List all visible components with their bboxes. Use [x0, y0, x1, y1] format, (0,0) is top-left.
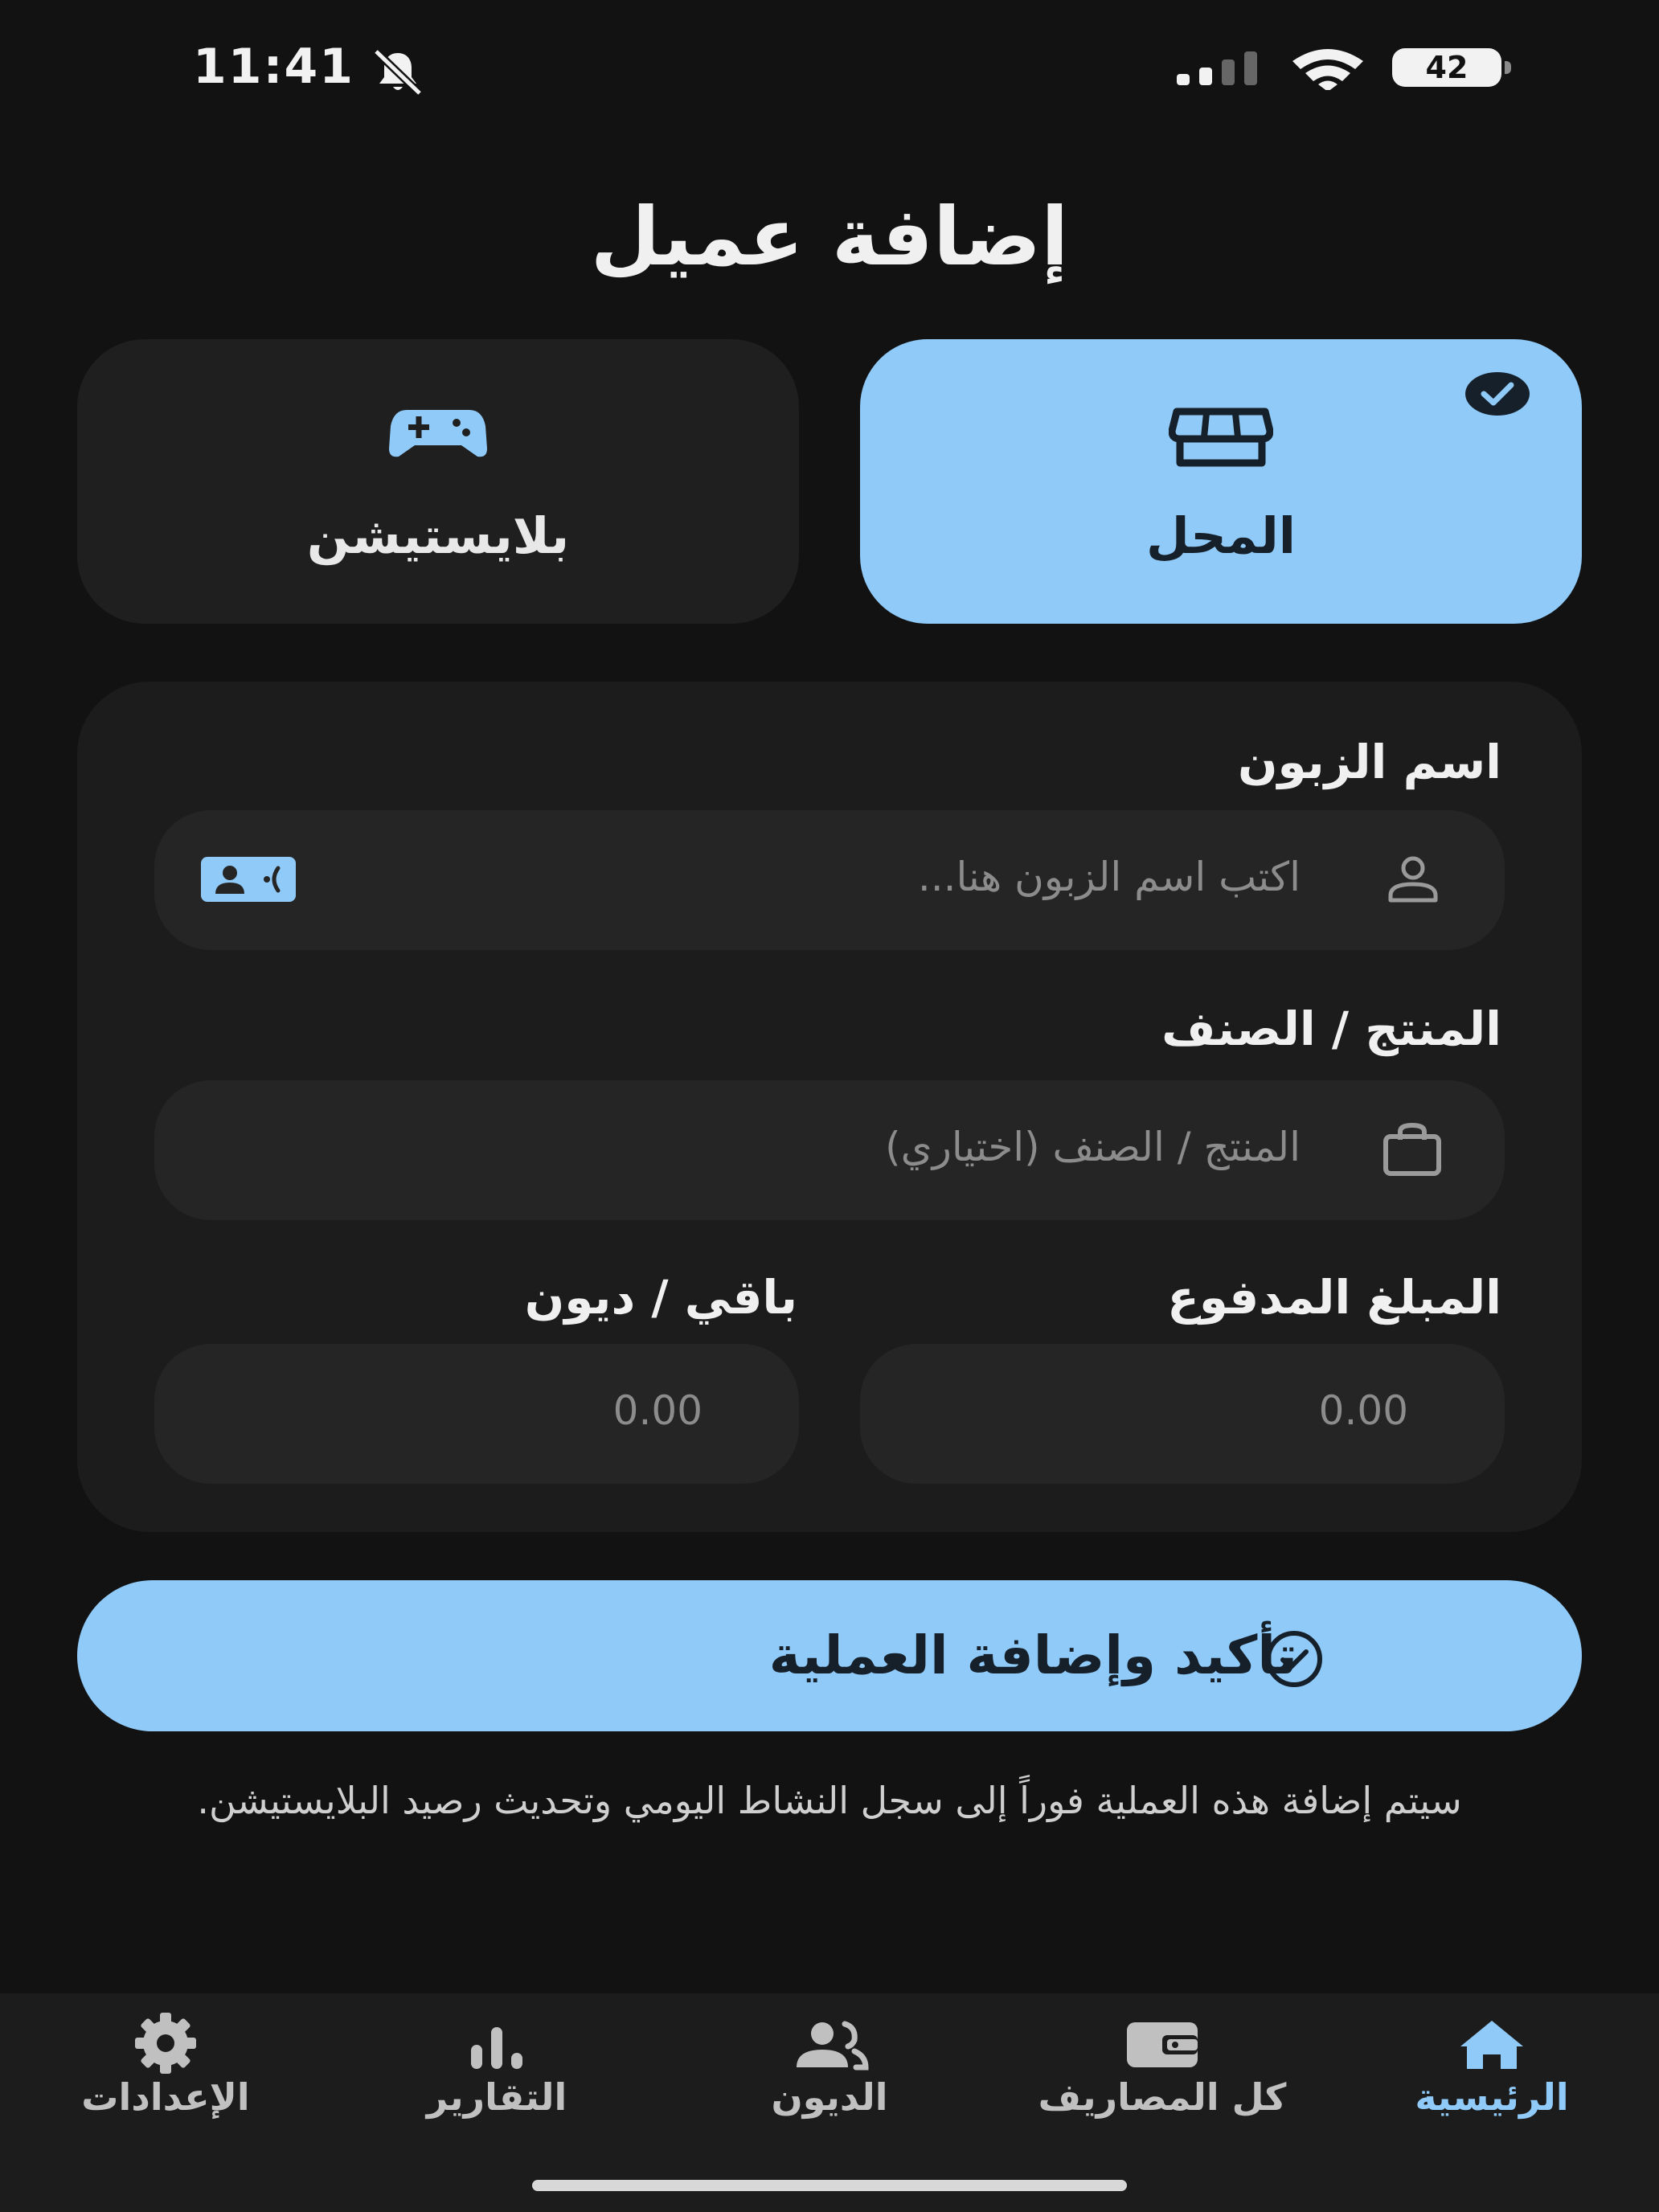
gamepad-icon	[389, 410, 487, 457]
nav-item-home[interactable]: الرئيسية	[1331, 2009, 1653, 2130]
nav-item-expenses[interactable]: كل المصاريف	[1002, 2009, 1323, 2130]
amount-paid-input[interactable]: 0.00	[860, 1344, 1505, 1484]
nav-item-debts[interactable]: الديون	[669, 2009, 990, 2130]
remaining-debt-input[interactable]: 0.00	[154, 1344, 799, 1484]
group-icon	[797, 2021, 869, 2071]
customer-name-placeholder: اكتب اسم الزبون هنا...	[917, 854, 1301, 900]
info-note: سيتم إضافة هذه العملية فوراً إلى سجل الن…	[197, 1779, 1462, 1822]
wallet-icon	[1127, 2022, 1198, 2067]
check-circle-icon	[1266, 1631, 1322, 1687]
nav-item-reports[interactable]: التقارير	[336, 2009, 657, 2130]
bar-chart-icon	[471, 2027, 522, 2069]
page-title: إضافة عميل	[590, 190, 1069, 284]
check-circle-icon	[1465, 372, 1530, 416]
product-input[interactable]: المنتج / الصنف (اختياري)	[154, 1080, 1505, 1220]
amount-paid-placeholder: 0.00	[1318, 1387, 1408, 1434]
nav-item-label: كل المصاريف	[1038, 2075, 1287, 2119]
cellular-signal-icon	[1177, 51, 1257, 85]
amount-paid-label: المبلغ المدفوع	[1167, 1270, 1501, 1325]
customer-name-input[interactable]: اكتب اسم الزبون هنا...	[154, 810, 1505, 950]
product-placeholder: المنتج / الصنف (اختياري)	[885, 1124, 1301, 1170]
customer-name-label: اسم الزبون	[1238, 735, 1501, 789]
remaining-debt-placeholder: 0.00	[612, 1387, 703, 1434]
nav-item-label: الإعدادات	[81, 2075, 250, 2119]
wifi-icon	[1292, 49, 1363, 90]
store-icon	[1169, 408, 1273, 467]
remaining-debt-label: باقي / ديون	[524, 1270, 797, 1325]
confirm-button-label: تأكيد وإضافة العملية	[768, 1624, 1297, 1686]
battery-indicator: 42	[1392, 48, 1513, 87]
settings-icon	[135, 2013, 196, 2074]
muted-bell-icon	[373, 48, 423, 96]
product-label: المنتج / الصنف	[1161, 1002, 1501, 1056]
person-icon	[1388, 856, 1438, 903]
confirm-add-button[interactable]: تأكيد وإضافة العملية	[77, 1580, 1582, 1731]
home-indicator[interactable]	[532, 2180, 1127, 2191]
nav-item-label: الرئيسية	[1415, 2075, 1569, 2119]
nav-item-label: الديون	[771, 2075, 888, 2119]
type-option-label: المحل	[1145, 506, 1296, 565]
home-icon	[1460, 2021, 1523, 2069]
contacts-card-icon[interactable]	[201, 857, 296, 902]
type-option-playstation[interactable]: بلايستيشن	[77, 339, 799, 624]
nav-item-label: التقارير	[426, 2075, 567, 2119]
shopping-bag-icon	[1383, 1122, 1441, 1176]
battery-level: 42	[1425, 50, 1469, 85]
status-time: 11:41	[193, 39, 354, 95]
nav-item-settings[interactable]: الإعدادات	[5, 2009, 326, 2130]
type-option-label: بلايستيشن	[306, 506, 570, 565]
type-option-store[interactable]: المحل	[860, 339, 1582, 624]
